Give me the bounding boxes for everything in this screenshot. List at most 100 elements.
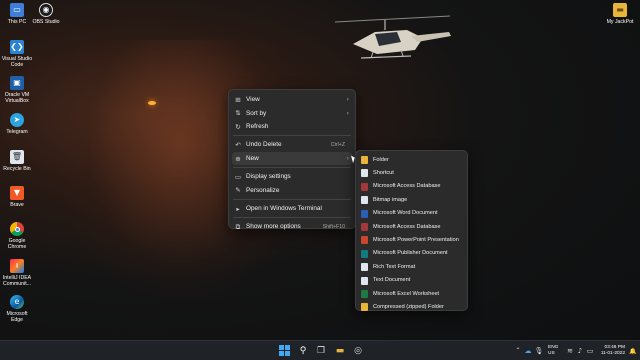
search-button[interactable]: ⚲ xyxy=(297,345,309,357)
desktop-icon-my-jackpot[interactable]: ▬ My JackPot xyxy=(603,3,637,25)
submenu-item-rich-text-format[interactable]: Rich Text Format xyxy=(356,260,467,273)
desktop-icon-telegram[interactable]: ➤ Telegram xyxy=(0,113,34,135)
taskbar-app-button[interactable]: ◎ xyxy=(352,345,364,357)
windows-logo-icon xyxy=(278,345,290,356)
file-type-icon xyxy=(361,276,368,285)
file-type-icon xyxy=(361,263,368,272)
clock-date: 11-01-2022 xyxy=(600,350,625,356)
desktop-icon-label: IntelliJ IDEA Communit... xyxy=(2,275,32,288)
chrome-icon xyxy=(10,222,24,236)
menu-item-refresh[interactable]: ↻ Refresh xyxy=(229,120,355,133)
submenu-item-folder[interactable]: Folder xyxy=(356,153,467,166)
edge-icon: e xyxy=(10,295,24,309)
desktop-context-menu: ⊞ View › ⇅ Sort by › ↻ Refresh ↶ Undo De… xyxy=(228,89,356,231)
notifications-button[interactable]: 🔔 xyxy=(627,346,639,358)
menu-item-new[interactable]: ⊕ New › xyxy=(232,151,352,165)
microphone-button[interactable]: 🎙 xyxy=(533,345,545,357)
wifi-icon: ≋ xyxy=(567,347,573,355)
submenu-item-shortcut[interactable]: Shortcut xyxy=(356,166,467,179)
menu-item-label: Refresh xyxy=(246,122,269,130)
submenu-item-microsoft-powerpoint-presentation[interactable]: Microsoft PowerPoint Presentation xyxy=(356,233,467,246)
submenu-item-microsoft-access-database[interactable]: Microsoft Access Database xyxy=(356,180,467,193)
desktop-icon-edge[interactable]: e Microsoft Edge xyxy=(0,295,34,324)
submenu-item-label: Bitmap image xyxy=(373,196,408,203)
desktop-icon-label: Brave xyxy=(10,202,24,208)
desktop-icon-brave[interactable]: ▼ Brave xyxy=(0,186,34,208)
refresh-icon: ↻ xyxy=(235,122,241,131)
chevron-right-icon: › xyxy=(346,96,349,104)
submenu-item-label: Text Document xyxy=(373,277,411,284)
file-explorer-button[interactable]: ▬ xyxy=(334,345,346,357)
menu-item-label: Open in Windows Terminal xyxy=(246,204,322,212)
recycle-bin-icon: 🗑 xyxy=(10,150,24,164)
folder-icon: ▬ xyxy=(335,346,345,356)
submenu-item-microsoft-access-database[interactable]: Microsoft Access Database xyxy=(356,220,467,233)
desktop-icon-label: Microsoft Edge xyxy=(6,311,28,324)
wallpaper-eye xyxy=(148,101,156,105)
search-icon: ⚲ xyxy=(299,346,307,356)
file-type-icon xyxy=(361,222,368,231)
submenu-item-microsoft-excel-worksheet[interactable]: Microsoft Excel Worksheet xyxy=(356,287,467,300)
chevron-right-icon: › xyxy=(346,154,349,162)
submenu-item-label: Microsoft Access Database xyxy=(373,183,441,190)
desktop-icon-obs[interactable]: ◉ OBS Studio xyxy=(29,3,63,25)
submenu-item-label: Shortcut xyxy=(373,170,394,177)
clock[interactable]: 03:46 PM 11-01-2022 xyxy=(599,345,625,356)
helicopter-image xyxy=(334,15,451,59)
submenu-item-label: Microsoft Publisher Document xyxy=(373,250,448,257)
language-indicator[interactable]: ENG US xyxy=(548,345,558,356)
folder-icon: ▬ xyxy=(613,3,627,17)
menu-item-shortcut: Shift+F10 xyxy=(322,223,345,230)
new-submenu: Folder Shortcut Microsoft Access Database B… xyxy=(355,150,468,313)
start-button[interactable] xyxy=(278,345,290,357)
submenu-item-label: Microsoft Access Database xyxy=(373,223,441,230)
desktop-icon-label: Visual Studio Code xyxy=(1,56,33,69)
desktop-icon-intellij[interactable]: IJ IntelliJ IDEA Communit... xyxy=(0,259,34,288)
notification-icon: 🔔 xyxy=(629,348,637,355)
desktop-icon-label: OBS Studio xyxy=(32,19,60,25)
task-view-button[interactable]: ❐ xyxy=(315,345,327,357)
submenu-item-label: Rich Text Format xyxy=(373,263,416,270)
menu-separator xyxy=(233,166,351,168)
menu-item-sort-by[interactable]: ⇅ Sort by › xyxy=(229,106,355,119)
telegram-icon: ➤ xyxy=(10,113,24,127)
menu-item-open-terminal[interactable]: ▸ Open in Windows Terminal xyxy=(229,202,355,215)
chevron-right-icon: › xyxy=(346,109,349,117)
menu-item-label: Personalize xyxy=(246,186,280,194)
submenu-item-compressed-zipped-folder[interactable]: Compressed (zipped) Folder xyxy=(356,300,467,313)
menu-item-undo-delete[interactable]: ↶ Undo Delete Ctrl+Z xyxy=(229,138,355,151)
submenu-item-text-document[interactable]: Text Document xyxy=(356,274,467,287)
cloud-icon: ☁ xyxy=(524,347,532,355)
desktop-icon-label: Google Chrome xyxy=(7,238,27,251)
menu-item-view[interactable]: ⊞ View › xyxy=(229,93,355,106)
submenu-item-label: Microsoft Excel Worksheet xyxy=(373,290,440,297)
menu-item-show-more-options[interactable]: ⧉ Show more options Shift+F10 xyxy=(229,220,355,233)
menu-item-label: View xyxy=(246,96,260,104)
menu-item-display-settings[interactable]: ▭ Display settings xyxy=(229,170,355,183)
battery-button[interactable]: ▭ xyxy=(584,345,596,357)
intellij-icon: IJ xyxy=(10,259,24,273)
brave-icon: ▼ xyxy=(10,186,24,200)
file-type-icon xyxy=(361,249,368,258)
menu-separator xyxy=(233,135,351,137)
file-type-icon xyxy=(361,236,368,245)
submenu-item-microsoft-word-document[interactable]: Microsoft Word Document xyxy=(356,207,467,220)
desktop-icon-chrome[interactable]: Google Chrome xyxy=(0,222,34,251)
submenu-item-label: Compressed (zipped) Folder xyxy=(373,303,444,310)
desktop-icon-label: Oracle VM VirtualBox xyxy=(4,92,30,105)
menu-item-shortcut: Ctrl+Z xyxy=(330,141,345,148)
submenu-item-bitmap-image[interactable]: Bitmap image xyxy=(356,193,467,206)
submenu-item-microsoft-publisher-document[interactable]: Microsoft Publisher Document xyxy=(356,247,467,260)
desktop-icon-virtualbox[interactable]: ▣ Oracle VM VirtualBox xyxy=(0,76,34,105)
monitor-icon: ▭ xyxy=(10,3,24,17)
brush-icon: ✎ xyxy=(235,186,241,195)
region-label: US xyxy=(548,350,555,356)
file-type-icon xyxy=(361,196,368,205)
battery-icon: ▭ xyxy=(586,347,594,355)
language-label: ENG xyxy=(548,345,559,350)
menu-item-personalize[interactable]: ✎ Personalize xyxy=(229,183,355,196)
microphone-icon: 🎙 xyxy=(534,347,544,355)
speaker-icon: ♪ xyxy=(577,347,583,355)
desktop-icon-vscode[interactable]: ❮❯ Visual Studio Code xyxy=(0,40,34,69)
desktop-icon-recycle-bin[interactable]: 🗑 Recycle Bin xyxy=(0,150,34,172)
